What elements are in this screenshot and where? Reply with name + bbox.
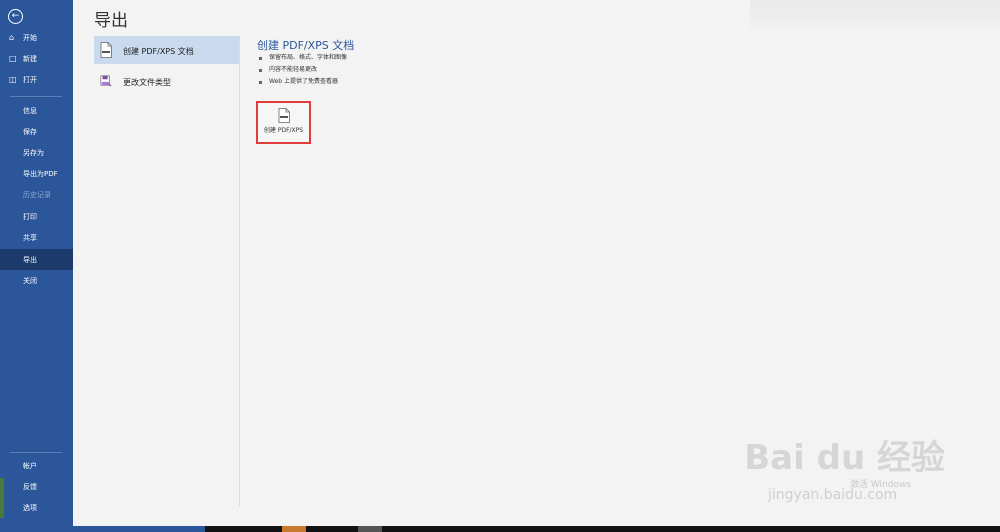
option-label: 更改文件类型 <box>123 78 171 87</box>
sidebar-item-label: 历史记录 <box>23 190 51 199</box>
baidu-watermark: Bai du 经验 <box>744 438 945 478</box>
list-item: Web 上提供了免费查看器 <box>259 76 347 88</box>
sidebar-item-label: 另存为 <box>23 148 44 157</box>
side-tab-marker <box>0 478 4 518</box>
sidebar-item-export-pdf[interactable]: 导出为PDF <box>0 163 73 184</box>
sidebar-item-close[interactable]: 关闭 <box>0 270 73 291</box>
new-document-icon: □ <box>9 54 17 63</box>
sidebar-item-label: 打开 <box>23 75 37 84</box>
sidebar-item-home[interactable]: ⌂ 开始 <box>0 27 73 48</box>
sidebar-item-new[interactable]: □ 新建 <box>0 48 73 69</box>
sidebar-item-label: 导出 <box>23 255 37 264</box>
sidebar-item-account[interactable]: 帐户 <box>0 455 73 476</box>
sidebar-item-label: 信息 <box>23 106 37 115</box>
list-item: 内容不能轻易更改 <box>259 64 347 76</box>
detail-bullets: 保留布局、格式、字体和图像 内容不能轻易更改 Web 上提供了免费查看器 <box>259 52 347 88</box>
list-item: 保留布局、格式、字体和图像 <box>259 52 347 64</box>
taskbar-item[interactable] <box>358 526 382 532</box>
watermark-url: jingyan.baidu.com <box>768 487 898 503</box>
sidebar-divider <box>10 452 62 453</box>
page-title: 导出 <box>94 11 128 31</box>
sidebar-item-label: 关闭 <box>23 276 37 285</box>
back-arrow-icon[interactable]: ← <box>8 9 23 24</box>
sidebar-item-history: 历史记录 <box>0 184 73 205</box>
sidebar-divider <box>10 96 62 97</box>
taskbar-item[interactable] <box>0 526 205 532</box>
decorative-ink-banner <box>750 0 1000 36</box>
pdf-document-icon <box>278 108 290 123</box>
sidebar-item-options[interactable]: 选项 <box>0 497 73 518</box>
create-pdf-xps-button[interactable]: 创建 PDF/XPS <box>256 101 311 144</box>
sidebar-item-info[interactable]: 信息 <box>0 100 73 121</box>
sidebar-item-feedback[interactable]: 反馈 <box>0 476 73 497</box>
sidebar-item-save[interactable]: 保存 <box>0 121 73 142</box>
change-file-type-icon <box>100 75 112 87</box>
sidebar-item-label: 保存 <box>23 127 37 136</box>
panel-divider <box>239 36 240 506</box>
sidebar-item-label: 共享 <box>23 233 37 242</box>
option-create-pdf-xps[interactable]: 创建 PDF/XPS 文档 <box>94 36 239 64</box>
taskbar-item[interactable] <box>282 526 306 532</box>
sidebar-item-label: 帐户 <box>23 461 37 470</box>
backstage-sidebar: ← ⌂ 开始 □ 新建 ◫ 打开 信息 保存 另存为 导出为PDF 历史记录 打… <box>0 0 73 528</box>
sidebar-item-label: 打印 <box>23 212 37 221</box>
option-label: 创建 PDF/XPS 文档 <box>123 47 194 56</box>
detail-title: 创建 PDF/XPS 文档 <box>257 39 355 52</box>
open-folder-icon: ◫ <box>9 75 17 84</box>
option-change-file-type[interactable]: 更改文件类型 <box>94 67 239 95</box>
home-icon: ⌂ <box>9 33 15 42</box>
sidebar-item-label: 新建 <box>23 54 37 63</box>
sidebar-item-label: 开始 <box>23 33 37 42</box>
sidebar-item-label: 反馈 <box>23 482 37 491</box>
sidebar-item-print[interactable]: 打印 <box>0 206 73 227</box>
sidebar-item-label: 导出为PDF <box>23 169 58 178</box>
sidebar-item-export[interactable]: 导出 <box>0 249 73 270</box>
sidebar-item-share[interactable]: 共享 <box>0 227 73 248</box>
sidebar-item-save-as[interactable]: 另存为 <box>0 142 73 163</box>
sidebar-item-open[interactable]: ◫ 打开 <box>0 69 73 90</box>
pdf-document-icon <box>100 42 112 58</box>
create-pdf-xps-button-label: 创建 PDF/XPS <box>263 127 304 134</box>
sidebar-item-label: 选项 <box>23 503 37 512</box>
